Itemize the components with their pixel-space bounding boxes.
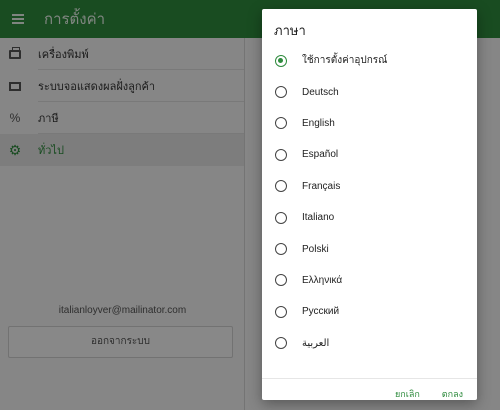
ok-button[interactable]: ตกลง bbox=[442, 387, 463, 400]
dialog-actions: ยกเลิก ตกลง bbox=[395, 381, 463, 400]
language-option-label: Ελληνικά bbox=[302, 274, 343, 286]
language-option[interactable]: English bbox=[262, 108, 477, 139]
language-option[interactable]: العربية bbox=[262, 328, 477, 359]
radio-icon[interactable] bbox=[275, 86, 287, 99]
radio-icon[interactable] bbox=[275, 274, 287, 287]
language-option-label: Español bbox=[302, 149, 339, 161]
radio-icon[interactable] bbox=[275, 243, 287, 256]
language-option-label: English bbox=[302, 117, 335, 129]
language-option-label: Polski bbox=[302, 243, 329, 255]
cancel-button[interactable]: ยกเลิก bbox=[395, 387, 420, 400]
radio-icon[interactable] bbox=[275, 211, 287, 224]
language-option-label: ใช้การตั้งค่าอุปกรณ์ bbox=[302, 55, 388, 67]
language-option[interactable]: Deutsch bbox=[262, 76, 477, 107]
language-option-label: Deutsch bbox=[302, 86, 339, 98]
language-option[interactable]: Italiano bbox=[262, 202, 477, 233]
dialog-title: ภาษา bbox=[274, 23, 306, 38]
language-option-label: Français bbox=[302, 180, 341, 192]
language-option-label: Русский bbox=[302, 306, 340, 318]
radio-icon[interactable] bbox=[275, 180, 287, 193]
language-options-list[interactable]: ใช้การตั้งค่าอุปกรณ์ Deutsch English Esp… bbox=[262, 45, 477, 378]
language-option[interactable]: Русский bbox=[262, 296, 477, 327]
language-dialog: ภาษา ใช้การตั้งค่าอุปกรณ์ Deutsch Englis… bbox=[262, 9, 477, 400]
radio-icon[interactable] bbox=[275, 337, 287, 350]
language-option[interactable]: Español bbox=[262, 139, 477, 170]
radio-icon[interactable] bbox=[275, 148, 287, 161]
radio-selected-icon[interactable] bbox=[275, 54, 287, 67]
dialog-divider bbox=[262, 378, 477, 379]
language-option[interactable]: Ελληνικά bbox=[262, 265, 477, 296]
language-option[interactable]: Français bbox=[262, 171, 477, 202]
language-option[interactable]: Polski bbox=[262, 233, 477, 264]
language-option[interactable]: ใช้การตั้งค่าอุปกรณ์ bbox=[262, 45, 477, 76]
language-option-label: Italiano bbox=[302, 212, 335, 224]
language-option-label: العربية bbox=[302, 337, 330, 349]
radio-icon[interactable] bbox=[275, 117, 287, 130]
radio-icon[interactable] bbox=[275, 305, 287, 318]
